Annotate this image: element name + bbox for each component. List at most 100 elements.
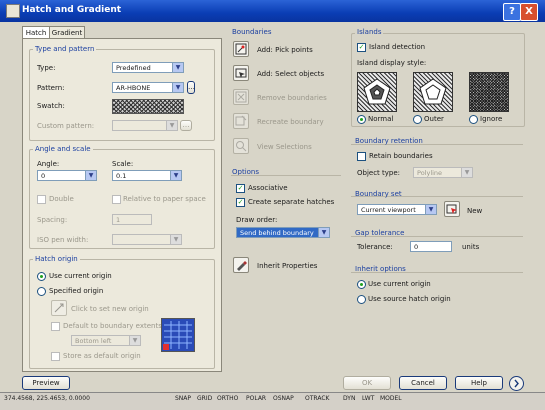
pick-points-icon <box>235 43 247 55</box>
extents-select[interactable]: Bottom left ▼ <box>71 335 141 346</box>
specified-origin-radio[interactable] <box>37 287 46 296</box>
angle-select[interactable]: 0 ▼ <box>37 170 97 181</box>
inherit-properties-label: Inherit Properties <box>257 262 318 270</box>
boundary-set-value: Current viewport <box>361 206 416 214</box>
retain-boundaries-checkbox[interactable] <box>357 152 366 161</box>
default-extents-checkbox[interactable] <box>51 322 60 331</box>
remove-boundaries-button[interactable] <box>233 89 249 105</box>
tolerance-label: Tolerance: <box>357 243 393 251</box>
pattern-select[interactable]: AR-HBONE ▼ <box>112 82 184 93</box>
island-detection-checkbox[interactable]: ✓ <box>357 43 366 52</box>
custom-pattern-select[interactable]: ▼ <box>112 120 178 131</box>
tolerance-input[interactable]: 0 <box>410 241 452 252</box>
spacing-input[interactable]: 1 <box>112 214 152 225</box>
ok-button[interactable]: OK <box>343 376 391 390</box>
preview-button[interactable]: Preview <box>22 376 70 390</box>
outer-style-preview[interactable] <box>413 72 453 112</box>
ignore-style-preview[interactable] <box>469 72 509 112</box>
inherit-current-origin-radio[interactable] <box>357 280 366 289</box>
inherit-brush-icon <box>237 261 247 271</box>
boundary-set-title: Boundary set <box>355 190 402 198</box>
status-grid[interactable]: GRID <box>197 395 212 402</box>
object-type-label: Object type: <box>357 169 401 177</box>
type-pattern-title: Type and pattern <box>33 45 97 53</box>
normal-label: Normal <box>368 115 394 123</box>
add-pick-points-label: Add: Pick points <box>257 46 313 54</box>
gap-title: Gap tolerance <box>355 229 405 237</box>
recreate-boundary-button[interactable] <box>233 113 249 129</box>
close-button[interactable]: X <box>520 3 538 21</box>
draw-order-label: Draw order: <box>236 216 278 224</box>
outer-radio[interactable] <box>413 115 422 124</box>
add-pick-points-button[interactable] <box>233 41 249 57</box>
status-osnap[interactable]: OSNAP <box>273 395 294 402</box>
inherit-source-origin-label: Use source hatch origin <box>368 295 451 303</box>
inherit-options-title: Inherit options <box>355 265 406 273</box>
store-default-checkbox[interactable] <box>51 352 60 361</box>
help-title-button[interactable]: ? <box>503 3 521 21</box>
draw-order-select[interactable]: Send behind boundary ▼ <box>236 227 330 238</box>
inherit-source-origin-radio[interactable] <box>357 295 366 304</box>
status-ortho[interactable]: ORTHO <box>217 395 238 402</box>
window-title: Hatch and Gradient <box>22 5 122 15</box>
click-set-origin-button[interactable] <box>51 300 67 316</box>
more-options-icon <box>514 379 519 388</box>
iso-pen-label: ISO pen width: <box>37 236 89 244</box>
help-button[interactable]: Help <box>455 376 503 390</box>
type-label: Type: <box>37 64 56 72</box>
status-lwt[interactable]: LWT <box>362 395 374 402</box>
extents-value: Bottom left <box>75 337 112 345</box>
status-otrack[interactable]: OTRACK <box>305 395 329 402</box>
boundary-set-new-button[interactable] <box>444 201 460 217</box>
type-select[interactable]: Predefined ▼ <box>112 62 184 73</box>
recreate-boundary-label: Recreate boundary <box>257 118 324 126</box>
use-current-origin-radio[interactable] <box>37 272 46 281</box>
separate-hatches-checkbox[interactable]: ✓ <box>236 198 245 207</box>
chevron-down-icon: ▼ <box>425 205 436 214</box>
recreate-boundary-icon <box>235 115 247 126</box>
cancel-button[interactable]: Cancel <box>399 376 447 390</box>
use-current-origin-label: Use current origin <box>49 272 112 280</box>
more-options-button[interactable] <box>509 376 524 391</box>
add-select-objects-label: Add: Select objects <box>257 70 325 78</box>
status-polar[interactable]: POLAR <box>246 395 266 402</box>
inherit-properties-button[interactable] <box>233 257 249 273</box>
normal-style-preview[interactable] <box>357 72 397 112</box>
status-model[interactable]: MODEL <box>380 395 402 402</box>
add-select-objects-button[interactable] <box>233 65 249 81</box>
draw-order-value: Send behind boundary <box>240 229 314 237</box>
hatch-tab-panel: Type and pattern Type: Predefined ▼ Patte… <box>22 38 222 372</box>
double-checkbox[interactable] <box>37 195 46 204</box>
relative-paper-checkbox[interactable] <box>112 195 121 204</box>
iso-pen-select[interactable]: ▼ <box>112 234 182 245</box>
select-new-set-icon <box>446 204 457 214</box>
ignore-radio[interactable] <box>469 115 478 124</box>
associative-label: Associative <box>248 184 288 192</box>
status-snap[interactable]: SNAP <box>175 395 191 402</box>
remove-boundaries-icon <box>235 91 247 103</box>
normal-radio[interactable] <box>357 115 366 124</box>
status-dyn[interactable]: DYN <box>343 395 355 402</box>
pick-point-icon <box>54 303 64 313</box>
angle-label: Angle: <box>37 160 60 168</box>
scale-select[interactable]: 0.1 ▼ <box>112 170 182 181</box>
view-selections-label: View Selections <box>257 143 312 151</box>
options-divider <box>231 175 341 176</box>
ignore-label: Ignore <box>480 115 503 123</box>
boundary-set-select[interactable]: Current viewport ▼ <box>357 204 437 215</box>
retention-title: Boundary retention <box>355 137 423 145</box>
separate-hatches-label: Create separate hatches <box>248 198 335 206</box>
pattern-browse-button[interactable]: … <box>187 81 195 94</box>
chevron-down-icon: ▼ <box>129 336 140 345</box>
swatch-preview[interactable] <box>112 99 184 114</box>
inherit-current-origin-label: Use current origin <box>368 280 431 288</box>
chevron-down-icon: ▼ <box>172 63 183 72</box>
custom-pattern-browse-button[interactable]: … <box>180 120 192 131</box>
hatch-app-icon <box>6 4 20 18</box>
view-selections-button[interactable] <box>233 138 249 154</box>
object-type-select[interactable]: Polyline ▼ <box>413 167 473 178</box>
angle-scale-title: Angle and scale <box>33 145 93 153</box>
chevron-down-icon: ▼ <box>170 235 181 244</box>
spacing-label: Spacing: <box>37 216 68 224</box>
associative-checkbox[interactable]: ✓ <box>236 184 245 193</box>
